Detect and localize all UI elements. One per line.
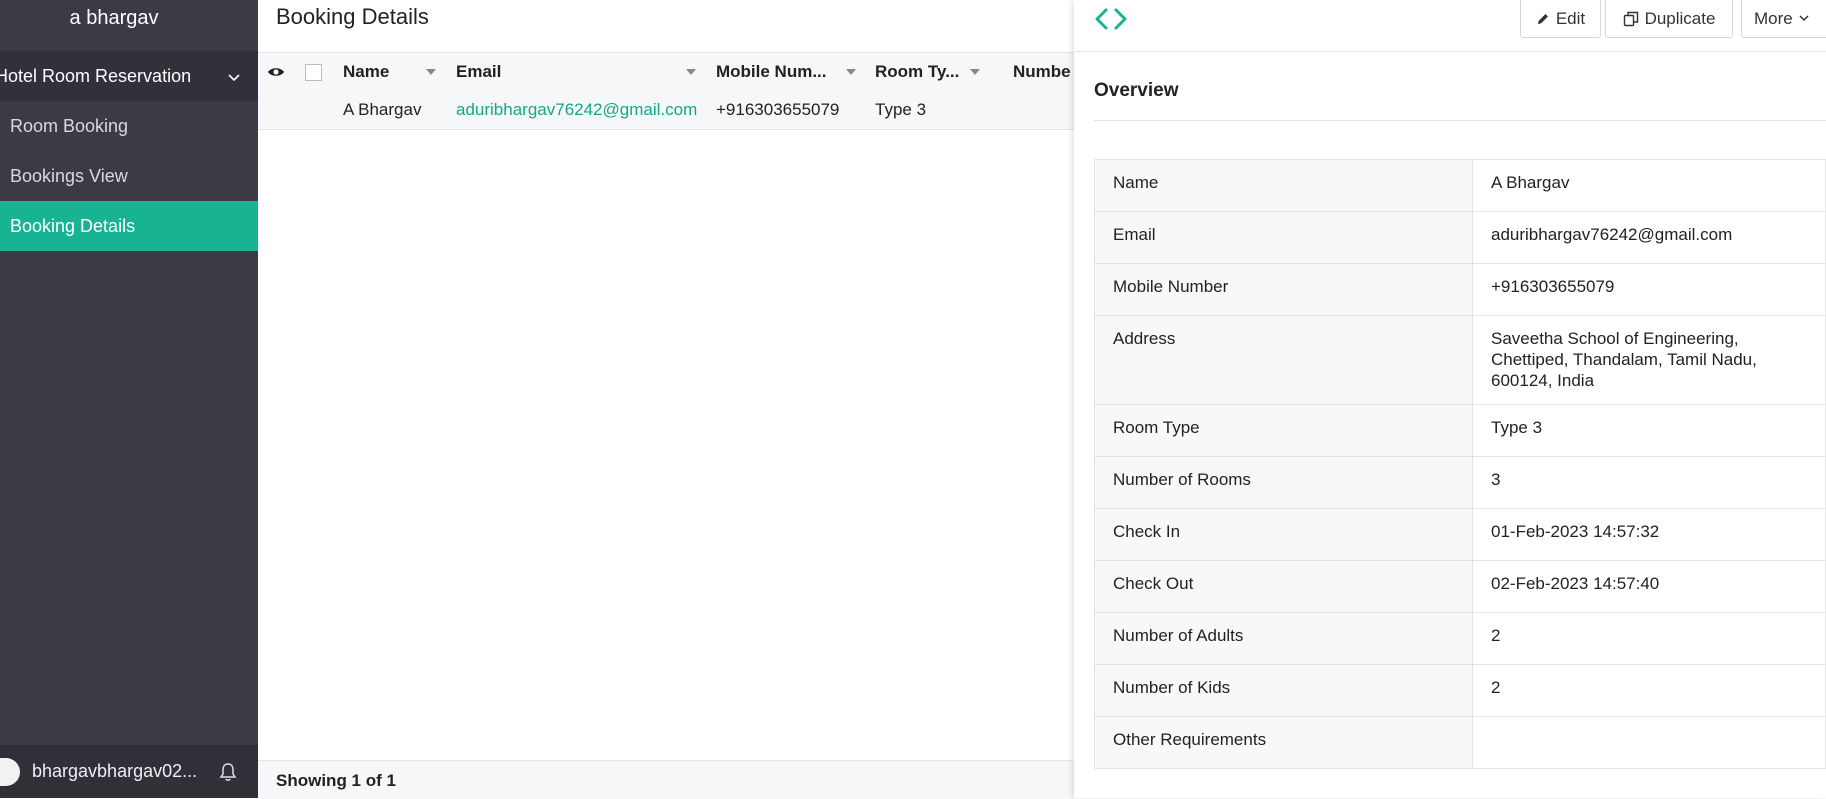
field-row: Number of Rooms 3 [1094, 456, 1826, 509]
sidebar-item-bookings-view[interactable]: Bookings View [0, 151, 258, 201]
sidebar-footer: bhargavbhargav02... [0, 745, 258, 798]
avatar[interactable] [0, 757, 20, 786]
sidebar-section-label: Hotel Room Reservation [0, 65, 192, 86]
field-row: Check In 01-Feb-2023 14:57:32 [1094, 508, 1826, 561]
field-row: Email aduribhargav76242@gmail.com [1094, 211, 1826, 264]
page-title: Booking Details [276, 4, 429, 29]
sidebar: a bhargav Hotel Room Reservation Room Bo… [0, 0, 258, 798]
field-value-room-type: Type 3 [1472, 404, 1826, 457]
record-detail-panel: Edit Duplicate More Overview Name A Bhar… [1074, 0, 1826, 798]
field-label-room-type: Room Type [1094, 404, 1473, 457]
user-name[interactable]: bhargavbhargav02... [32, 761, 197, 782]
field-label-check-out: Check Out [1094, 560, 1473, 613]
bell-icon[interactable] [219, 762, 237, 782]
field-row: Name A Bhargav [1094, 159, 1826, 212]
cell-name: A Bhargav [343, 100, 422, 119]
column-header-mobile-number[interactable]: Mobile Num... [716, 53, 827, 91]
sort-arrow-icon[interactable] [426, 69, 436, 75]
field-value-number-of-adults: 2 [1472, 612, 1826, 665]
field-row: Other Requirements [1094, 716, 1826, 769]
sidebar-item-room-booking[interactable]: Room Booking [0, 101, 258, 151]
cell-email-link[interactable]: aduribhargav76242@gmail.com [456, 91, 697, 129]
sort-arrow-icon[interactable] [970, 69, 980, 75]
field-label-number-of-kids: Number of Kids [1094, 664, 1473, 717]
chevron-down-icon [1799, 15, 1809, 22]
sort-arrow-icon[interactable] [846, 69, 856, 75]
edit-button[interactable]: Edit [1520, 0, 1601, 38]
report-view: Booking Details Name Email Mobile Num...… [258, 0, 1074, 799]
field-label-number-of-adults: Number of Adults [1094, 612, 1473, 665]
field-label-name: Name [1094, 159, 1473, 212]
sidebar-section-hotel-room-reservation[interactable]: Hotel Room Reservation [0, 51, 258, 101]
chevron-down-icon [228, 66, 240, 87]
field-row: Check Out 02-Feb-2023 14:57:40 [1094, 560, 1826, 613]
field-label-address: Address [1094, 315, 1473, 405]
field-label-check-in: Check In [1094, 508, 1473, 561]
field-value-name: A Bhargav [1472, 159, 1826, 212]
field-row: Room Type Type 3 [1094, 404, 1826, 457]
column-header-number[interactable]: Numbe [1013, 53, 1071, 91]
sidebar-item-booking-details[interactable]: Booking Details [0, 201, 258, 251]
sidebar-nav: Room Booking Bookings View Booking Detai… [0, 101, 258, 251]
grid-header: Name Email Mobile Num... Room Ty... Numb… [258, 52, 1074, 92]
field-value-address: Saveetha School of Engineering, Chettipe… [1472, 315, 1826, 405]
field-value-check-in: 01-Feb-2023 14:57:32 [1472, 508, 1826, 561]
field-value-check-out: 02-Feb-2023 14:57:40 [1472, 560, 1826, 613]
record-count: Showing 1 of 1 [276, 771, 396, 790]
more-button[interactable]: More [1741, 0, 1826, 38]
pencil-icon [1537, 13, 1548, 24]
edit-button-label: Edit [1555, 8, 1586, 28]
divider [1094, 120, 1826, 121]
duplicate-button[interactable]: Duplicate [1605, 0, 1733, 38]
duplicate-icon [1623, 11, 1638, 26]
field-row: Mobile Number +916303655079 [1094, 263, 1826, 316]
more-button-label: More [1754, 8, 1793, 28]
eye-icon[interactable] [267, 53, 285, 91]
field-label-mobile-number: Mobile Number [1094, 263, 1473, 316]
field-value-other-requirements [1472, 716, 1826, 769]
column-header-name[interactable]: Name [343, 53, 389, 91]
app-title: a bhargav [0, 0, 228, 52]
cell-room-type: Type 3 [875, 100, 927, 119]
table-row[interactable]: A Bhargav aduribhargav76242@gmail.com +9… [258, 91, 1074, 130]
status-bar: Showing 1 of 1 [258, 760, 1074, 799]
code-icon[interactable] [1094, 5, 1128, 38]
cell-mobile: +916303655079 [716, 100, 840, 119]
detail-toolbar: Edit Duplicate More [1074, 0, 1826, 52]
field-row: Address Saveetha School of Engineering, … [1094, 315, 1826, 405]
field-row: Number of Adults 2 [1094, 612, 1826, 665]
column-header-email[interactable]: Email [456, 53, 501, 91]
detail-fields-table: Name A Bhargav Email aduribhargav76242@g… [1094, 159, 1826, 769]
field-row: Number of Kids 2 [1094, 664, 1826, 717]
field-value-number-of-rooms: 3 [1472, 456, 1826, 509]
field-value-mobile-number: +916303655079 [1472, 263, 1826, 316]
duplicate-button-label: Duplicate [1644, 8, 1716, 28]
field-value-number-of-kids: 2 [1472, 664, 1826, 717]
sort-arrow-icon[interactable] [686, 69, 696, 75]
field-label-email: Email [1094, 211, 1473, 264]
field-value-email-link[interactable]: aduribhargav76242@gmail.com [1472, 211, 1826, 264]
column-header-room-type[interactable]: Room Ty... [875, 53, 959, 91]
select-all-checkbox[interactable] [305, 64, 322, 81]
overview-heading: Overview [1094, 80, 1179, 101]
field-label-other-requirements: Other Requirements [1094, 716, 1473, 769]
field-label-number-of-rooms: Number of Rooms [1094, 456, 1473, 509]
